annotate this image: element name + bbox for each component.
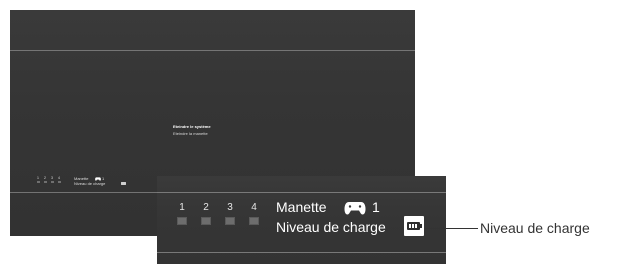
mini-port-number: 4: [58, 176, 60, 180]
port-indicator-4: 4: [245, 202, 263, 225]
menu-item-turn-off-system[interactable]: Eteindre le système: [173, 123, 211, 130]
port-number: 2: [203, 202, 209, 213]
mini-port-light: [50, 180, 54, 183]
port-number: 1: [179, 202, 185, 213]
mini-port-indicators: 1 2 3 4: [36, 176, 62, 186]
battery-cell: [412, 224, 414, 228]
inset-top-divider-line: [157, 192, 446, 193]
top-divider-line: [10, 50, 415, 51]
controller-label: Manette: [276, 199, 327, 215]
menu-item-turn-off-controller[interactable]: Eteindre la manette: [173, 130, 211, 137]
callout-label: Niveau de charge: [480, 220, 590, 236]
port-indicator-3: 3: [221, 202, 239, 225]
battery-cell: [415, 224, 417, 228]
controller-number: 1: [372, 199, 380, 215]
mini-port-1: 1: [36, 176, 40, 183]
mini-charge-label: Niveau de charge: [74, 181, 106, 186]
gamepad-icon: [95, 176, 101, 181]
port-indicator-2: 2: [197, 202, 215, 225]
charge-level-label: Niveau de charge: [276, 219, 386, 235]
port-light: [201, 217, 211, 225]
port-light: [249, 217, 259, 225]
mini-port-light: [43, 180, 47, 183]
callout-leader-line: [426, 228, 478, 229]
port-number: 3: [227, 202, 233, 213]
zoom-inset: 1 2 3 4 Manette 1 Niveau de charge: [157, 176, 446, 264]
gamepad-icon: [344, 201, 366, 215]
mini-port-number: 1: [37, 176, 39, 180]
mini-port-light: [57, 180, 61, 183]
battery-icon: [404, 216, 424, 236]
mini-port-number: 3: [51, 176, 53, 180]
inset-bottom-divider-line: [157, 252, 446, 253]
power-menu: Eteindre le système Eteindre la manette: [173, 123, 211, 137]
page: Eteindre le système Eteindre la manette …: [0, 0, 628, 264]
battery-icon: [121, 182, 126, 185]
mini-port-4: 4: [57, 176, 61, 183]
port-light: [177, 217, 187, 225]
mini-port-light: [36, 180, 40, 183]
mini-port-number: 2: [44, 176, 46, 180]
port-number: 4: [251, 202, 257, 213]
battery-tip: [420, 224, 422, 228]
mini-port-2: 2: [43, 176, 47, 183]
battery-cell: [409, 224, 411, 228]
mini-port-3: 3: [50, 176, 54, 183]
port-light: [225, 217, 235, 225]
port-indicator-1: 1: [173, 202, 191, 225]
